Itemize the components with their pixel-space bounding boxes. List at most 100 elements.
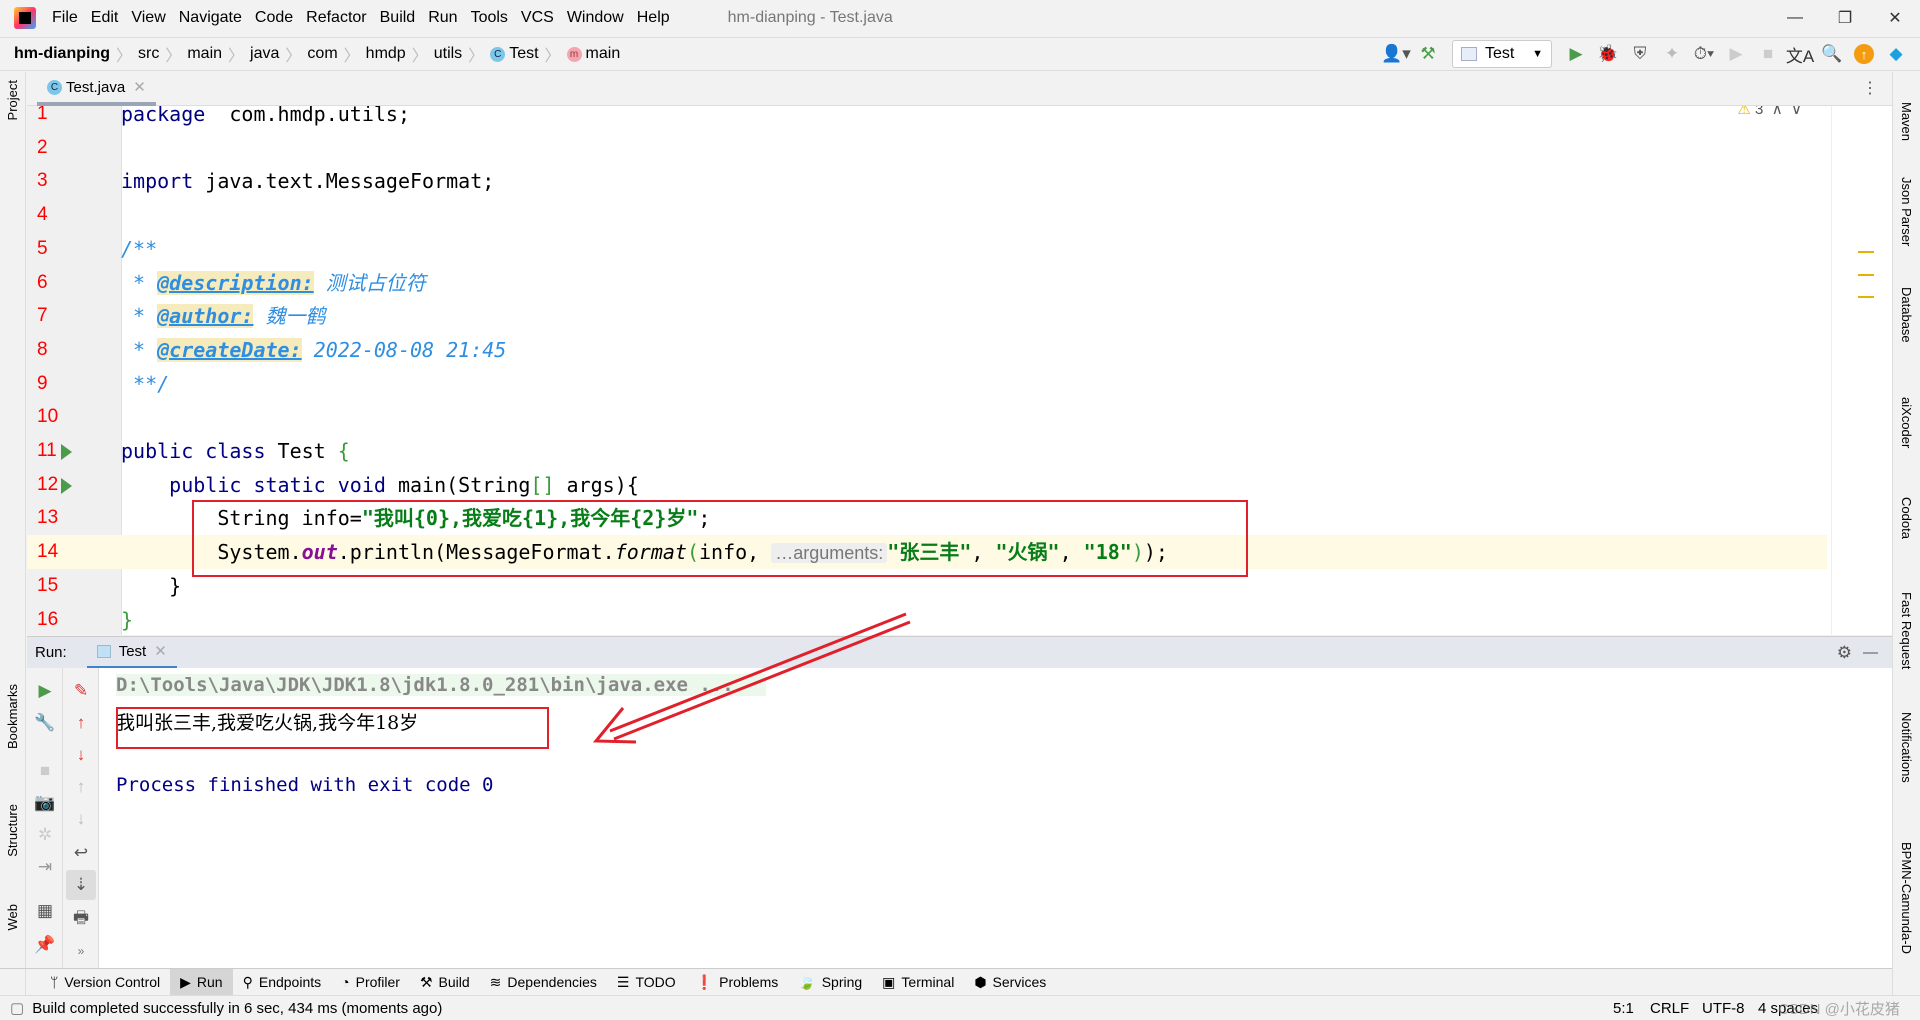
crumb-main[interactable]: main bbox=[187, 45, 222, 63]
code-editor[interactable]: 1 package com.hmdp.utils; 2 3 import java.te… bbox=[27, 106, 1892, 635]
stripe-codota[interactable]: Codota bbox=[1899, 497, 1914, 539]
run-console[interactable]: ▶ 🔧 ■ 📷 ✲ ⇥ ▦ 📌 ✎ ↑ ↓ ↑ ↓ ↩ ⇣ 🖶 » D:\Too… bbox=[27, 668, 1892, 968]
run-with-icon[interactable]: ⏱▾ bbox=[1688, 39, 1720, 69]
file-encoding[interactable]: UTF-8 bbox=[1702, 1000, 1745, 1017]
stripe-aixcoder[interactable]: aiXcoder bbox=[1899, 397, 1914, 448]
resume-icon[interactable]: ▶ bbox=[1720, 39, 1752, 69]
hide-panel-icon[interactable]: — bbox=[1863, 644, 1878, 661]
status-panel-icon[interactable]: ▢ bbox=[10, 999, 24, 1017]
code-line[interactable]: 4 bbox=[27, 198, 1827, 232]
tab-dependencies[interactable]: ≋ Dependencies bbox=[480, 969, 607, 996]
clear-icon[interactable]: ✎ bbox=[66, 676, 96, 706]
more-icon[interactable]: » bbox=[66, 936, 96, 966]
close-button[interactable]: ✕ bbox=[1870, 0, 1920, 36]
camera-icon[interactable]: 📷 bbox=[30, 788, 60, 818]
coverage-icon[interactable]: ⛨ bbox=[1624, 39, 1656, 69]
tab-todo[interactable]: ☰ TODO bbox=[607, 969, 686, 996]
close-tab-icon[interactable]: ✕ bbox=[154, 642, 167, 660]
crumb-test[interactable]: Test bbox=[509, 45, 538, 63]
stripe-fast-request[interactable]: Fast Request bbox=[1899, 592, 1914, 669]
up-arrow-icon[interactable]: ↑ bbox=[66, 708, 96, 738]
stripe-database[interactable]: Database bbox=[1899, 287, 1914, 343]
stripe-web[interactable]: Web bbox=[5, 904, 20, 931]
rerun-icon[interactable]: ▶ bbox=[30, 676, 60, 706]
code-line[interactable]: 1 package com.hmdp.utils; bbox=[27, 106, 1827, 131]
layout-icon[interactable]: ▦ bbox=[30, 896, 60, 926]
menu-window[interactable]: Window bbox=[567, 9, 624, 27]
crumb-java[interactable]: java bbox=[250, 45, 279, 63]
stripe-notifications[interactable]: Notifications bbox=[1899, 712, 1914, 783]
tab-endpoints[interactable]: ⚲ Endpoints bbox=[233, 969, 332, 996]
crumb-src[interactable]: src bbox=[138, 45, 159, 63]
menu-refactor[interactable]: Refactor bbox=[306, 9, 366, 27]
code-line[interactable]: 9 **/ bbox=[27, 367, 1827, 401]
next-highlight-icon[interactable]: ∨ bbox=[1791, 106, 1802, 118]
scroll-to-end-icon[interactable]: ⇣ bbox=[66, 870, 96, 900]
menu-edit[interactable]: Edit bbox=[91, 9, 119, 27]
plugin-icon[interactable]: ◆ bbox=[1880, 39, 1912, 69]
run-icon[interactable]: ▶ bbox=[1560, 39, 1592, 69]
stripe-json-parser[interactable]: Json Parser bbox=[1899, 177, 1914, 246]
code-line[interactable]: 8 * @createDate: 2022-08-08 21:45 bbox=[27, 333, 1827, 367]
stripe-structure[interactable]: Structure bbox=[5, 804, 20, 857]
menu-vcs[interactable]: VCS bbox=[521, 9, 554, 27]
print-icon[interactable]: 🖶 bbox=[66, 904, 96, 934]
menu-view[interactable]: View bbox=[131, 9, 165, 27]
user-icon[interactable]: 👤▾ bbox=[1380, 39, 1412, 69]
tab-services[interactable]: ⬢ Services bbox=[964, 969, 1056, 996]
run-gutter-icon[interactable] bbox=[61, 477, 72, 494]
more-options-icon[interactable]: ⋮ bbox=[1862, 78, 1878, 98]
debug-icon[interactable]: 🐞 bbox=[1592, 39, 1624, 69]
tab-terminal[interactable]: ▣ Terminal bbox=[872, 969, 964, 996]
caret-position[interactable]: 5:1 bbox=[1613, 1000, 1634, 1017]
run-gutter-icon[interactable] bbox=[61, 444, 72, 460]
tab-build[interactable]: ⚒ Build bbox=[410, 969, 480, 996]
close-tab-icon[interactable]: ✕ bbox=[133, 78, 146, 96]
tab-spring[interactable]: 🍃 Spring bbox=[788, 969, 872, 996]
translate-icon[interactable]: 文A bbox=[1784, 39, 1816, 69]
run-tab-test[interactable]: Test ✕ bbox=[86, 637, 177, 669]
minimize-button[interactable]: — bbox=[1770, 0, 1820, 36]
code-line[interactable]: 6 * @description: 测试占位符 bbox=[27, 266, 1827, 300]
debug-off-icon[interactable]: ✲ bbox=[30, 820, 60, 850]
stripe-project[interactable]: Project bbox=[5, 80, 20, 120]
tab-test-java[interactable]: C Test.java ✕ bbox=[37, 72, 156, 106]
code-line[interactable]: 7 * @author: 魏一鹤 bbox=[27, 299, 1827, 333]
crumb-utils[interactable]: utils bbox=[434, 45, 462, 63]
stop-icon[interactable]: ■ bbox=[30, 756, 60, 786]
status-message[interactable]: Build completed successfully in 6 sec, 4… bbox=[32, 1000, 442, 1017]
exit-icon[interactable]: ⇥ bbox=[30, 852, 60, 882]
inspection-widget[interactable]: ⚠ 3 ∧ ∨ bbox=[1737, 106, 1802, 118]
tab-version-control[interactable]: ᛘ Version Control bbox=[40, 969, 170, 996]
stop-icon[interactable]: ■ bbox=[1752, 39, 1784, 69]
prev-highlight-icon[interactable]: ∧ bbox=[1772, 106, 1783, 118]
menu-code[interactable]: Code bbox=[255, 9, 293, 27]
code-line[interactable]: 16} bbox=[27, 603, 1827, 636]
settings-gear-icon[interactable]: ⚙ bbox=[1837, 643, 1852, 663]
build-hammer-icon[interactable]: ⚒ bbox=[1412, 39, 1444, 69]
down-arrow-icon[interactable]: ↓ bbox=[66, 740, 96, 770]
next-icon[interactable]: ↓ bbox=[66, 804, 96, 834]
run-config-select[interactable]: Test ▼ bbox=[1452, 40, 1552, 68]
pin-icon[interactable]: 📌 bbox=[30, 930, 60, 960]
maximize-button[interactable]: ❐ bbox=[1820, 0, 1870, 36]
tab-run[interactable]: ▶ Run bbox=[170, 968, 233, 996]
prev-icon[interactable]: ↑ bbox=[66, 772, 96, 802]
menu-run[interactable]: Run bbox=[428, 9, 457, 27]
tab-profiler[interactable]: ◔ Profiler bbox=[331, 969, 410, 996]
search-icon[interactable]: 🔍 bbox=[1816, 39, 1848, 69]
line-separator[interactable]: CRLF bbox=[1650, 1000, 1689, 1017]
tab-problems[interactable]: ❗ Problems bbox=[686, 969, 789, 996]
crumb-com[interactable]: com bbox=[307, 45, 337, 63]
minimap[interactable] bbox=[1831, 106, 1886, 635]
code-line[interactable]: 2 bbox=[27, 131, 1827, 165]
menu-build[interactable]: Build bbox=[380, 9, 416, 27]
crumb-project[interactable]: hm-dianping bbox=[14, 45, 110, 63]
menu-help[interactable]: Help bbox=[637, 9, 670, 27]
stripe-bpmn[interactable]: BPMN-Camunda-D bbox=[1899, 842, 1914, 954]
code-line[interactable]: 3 import java.text.MessageFormat; bbox=[27, 164, 1827, 198]
crumb-hmdp[interactable]: hmdp bbox=[366, 45, 406, 63]
wrench-icon[interactable]: 🔧 bbox=[30, 708, 60, 738]
code-line[interactable]: 10 bbox=[27, 400, 1827, 434]
profile-icon[interactable]: ✦ bbox=[1656, 39, 1688, 69]
